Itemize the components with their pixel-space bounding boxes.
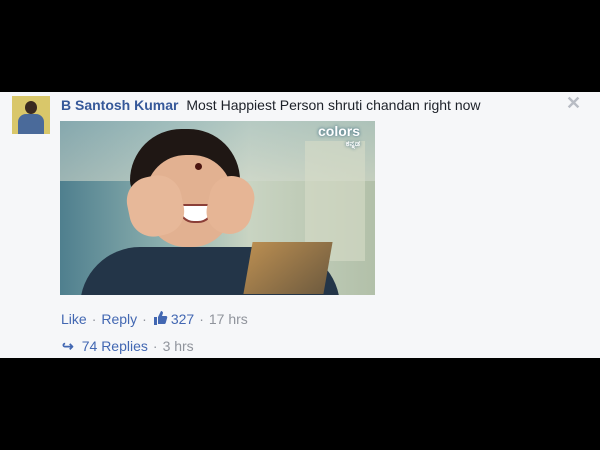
channel-logo-subtext: ಕನ್ನಡ [345,139,361,148]
separator: · [199,311,204,327]
replies-count[interactable]: 74 Replies [82,338,148,354]
author-name[interactable]: B Santosh Kumar [61,97,178,113]
comment-time[interactable]: 17 hrs [209,311,248,327]
channel-logo-text: colors [318,123,361,139]
comment-text: Most Happiest Person shruti chandan righ… [186,97,481,113]
avatar-head [25,101,37,114]
replies-row[interactable]: ↪ 74 Replies · 3 hrs [62,338,194,355]
like-count[interactable]: 327 [152,311,194,327]
comment-photo[interactable]: colors ಕನ್ನಡ [60,121,375,295]
separator: · [152,338,158,354]
comment-line: B Santosh Kumar Most Happiest Person shr… [61,97,481,113]
close-icon[interactable]: ✕ [566,93,581,114]
person-bindi [195,163,202,170]
avatar[interactable] [12,96,50,134]
reply-arrow-icon: ↪ [62,338,74,354]
person-saree [243,242,333,294]
channel-logo: colors ಕನ್ನಡ [318,123,360,149]
comment-actions: Like · Reply · 327 · 17 hrs [61,310,248,329]
separator: · [91,311,97,327]
reply-link[interactable]: Reply [101,311,137,327]
like-link[interactable]: Like [61,311,87,327]
reply-time: 3 hrs [162,338,194,354]
avatar-body [18,114,44,134]
comment-card: B Santosh Kumar Most Happiest Person shr… [0,92,600,358]
thumbs-up-icon [152,310,168,329]
like-count-value: 327 [170,311,195,327]
separator: · [142,311,147,327]
